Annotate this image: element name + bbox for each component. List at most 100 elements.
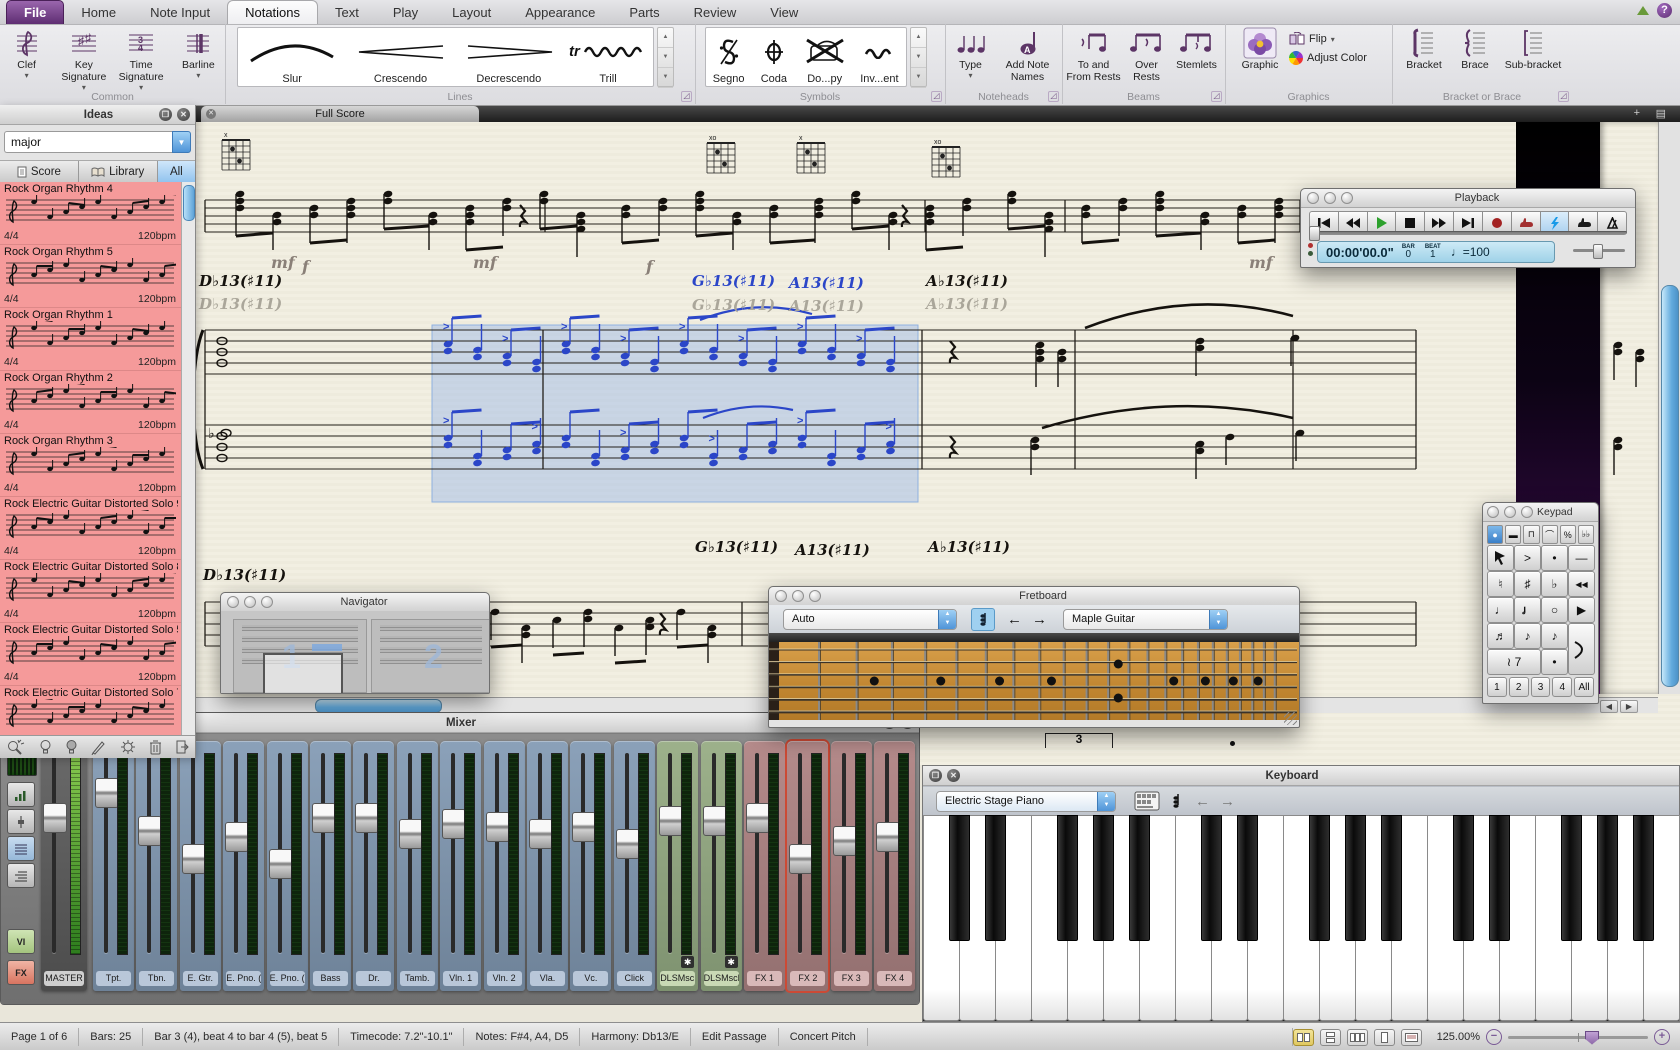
ribbon-tab-parts[interactable]: Parts [612,1,676,24]
keypad-key-natural[interactable]: ♮ [1487,571,1514,597]
ideas-search-input[interactable] [4,131,172,153]
ribbon-tab-layout[interactable]: Layout [435,1,508,24]
ribbon-tab-note-input[interactable]: Note Input [133,1,227,24]
piano-black-key[interactable] [985,815,1006,941]
mixer-strip-e-pno-b-[interactable]: E. Pno. (b) [267,741,308,991]
symbol-do-not-photocopy[interactable]: Do...py [797,28,853,86]
dynamic-mark[interactable]: mf [1249,253,1273,272]
fader-knob[interactable] [876,822,900,852]
piano-black-key[interactable] [1633,815,1654,941]
clef-button[interactable]: Clef▾ [0,26,53,88]
keyboard-instrument-select[interactable]: Electric Stage Piano▲▼ [936,791,1116,812]
chord-symbol[interactable]: A♭13(♯11) [928,538,1010,556]
keypad-key-all[interactable]: All [1574,677,1594,697]
channel-label[interactable]: E. Gtr. [183,971,218,986]
previous-arrow-icon[interactable]: ← [1007,611,1022,628]
symbol-segno[interactable]: Segno [706,28,751,86]
minimize-ribbon-icon[interactable] [1637,6,1649,15]
keypad-key-4[interactable]: 4 [1552,677,1572,697]
fader-knob[interactable] [182,844,206,874]
fader-knob[interactable] [312,803,336,833]
navigator-body[interactable]: 1 2 [221,611,489,693]
channel-label[interactable]: Tamb. [400,971,435,986]
channel-label[interactable]: Vln. 1 [443,971,478,986]
idea-item[interactable]: Rock Organ Rhythm 24/4120bpm [0,371,182,434]
navigator-title-bar[interactable]: Navigator [221,593,489,612]
keypad-key-3[interactable]: 3 [1531,677,1551,697]
fader-knob[interactable] [529,819,553,849]
piano-black-key[interactable] [1201,815,1222,941]
minimize-icon[interactable] [1324,192,1336,204]
channel-label[interactable]: DLSMscD [660,971,695,986]
keyboard-detach-icon[interactable]: ❐ [929,769,942,782]
fader-knob[interactable] [442,809,466,839]
mixer-strip-fx-2[interactable]: FX 2 [787,741,828,991]
keypad-title-bar[interactable]: Keypad [1483,503,1598,522]
zoom-out-icon[interactable]: − [1486,1029,1502,1045]
idea-info-icon[interactable] [120,739,136,755]
tempo-slider[interactable] [1573,249,1625,252]
idea-item[interactable]: Rock Organ Rhythm 44/4120bpm [0,182,182,245]
chord-symbol[interactable]: A13(♯11) [789,274,864,292]
fader-knob[interactable] [43,803,67,833]
zoom-in-icon[interactable]: + [1654,1029,1670,1045]
navigator-view-rect[interactable] [263,653,343,693]
chord-symbol[interactable]: D♭13(♯11) [199,272,282,290]
mixer-strip-tpt-[interactable]: Tpt. [93,741,134,991]
fader-knob[interactable] [616,829,640,859]
keypad-key-accent[interactable]: > [1514,545,1541,571]
piano-black-key[interactable] [1381,815,1402,941]
bulb-filled-icon[interactable] [65,739,78,755]
ideas-tab-all[interactable]: All [158,161,195,183]
piano-black-key[interactable] [1345,815,1366,941]
scroll-right-icon[interactable]: ▶ [1620,700,1638,713]
mixer-strip-vln-2[interactable]: Vln. 2 [484,741,525,991]
chord-mode-icon[interactable] [1172,793,1181,809]
beams-over-rests-button[interactable]: Over Rests [1126,26,1168,88]
scroll-left-icon[interactable]: ◀ [1600,700,1618,713]
zoom-icon[interactable] [809,590,821,602]
channel-settings-icon[interactable]: ✱ [725,956,738,968]
time-signature-button[interactable]: 34 Time Signature▾ [115,26,168,88]
view-pages-vertical-icon[interactable] [1320,1029,1341,1046]
dynamic-mark[interactable]: f [302,257,309,276]
dynamic-mark[interactable]: f [646,257,653,276]
help-icon[interactable]: ? [1657,3,1672,18]
mixer-strip-fx-3[interactable]: FX 3 [831,741,872,991]
keypad-key-whole-note[interactable]: ○ [1541,597,1568,623]
piano-black-key[interactable] [1309,815,1330,941]
mixer-strip-fx-4[interactable]: FX 4 [874,741,915,991]
keypad-key-half-note[interactable]: ♩ [1514,597,1541,623]
fretboard-instrument-select[interactable]: Maple Guitar▲▼ [1063,609,1228,630]
keypad-tab-jazz[interactable]: % [1560,525,1576,544]
next-arrow-icon[interactable]: → [1032,611,1047,628]
brace-button[interactable]: Brace [1454,26,1496,88]
bulb-outline-icon[interactable] [39,739,52,755]
channel-label[interactable]: Click [617,971,652,986]
keypad-key-eighth-note-2[interactable]: ♪ [1541,623,1568,649]
fader-knob[interactable] [225,822,249,852]
keypad-key-flat[interactable]: ♭ [1541,571,1568,597]
fader-knob[interactable] [659,806,683,836]
close-icon[interactable] [1307,192,1319,204]
fader-knob[interactable] [138,816,162,846]
idea-item[interactable]: Rock Organ Rhythm 14/4120bpm [0,308,182,371]
piano-black-key[interactable] [1453,815,1474,941]
chord-symbol[interactable]: D♭13(♯11) [203,566,286,584]
chord-symbol[interactable]: D♭13(♯11) [199,295,282,313]
chord-symbol[interactable]: A♭13(♯11) [926,295,1008,313]
line-decrescendo[interactable]: Decrescendo [455,28,563,86]
flip-button[interactable]: Flip▾ [1289,32,1367,46]
ribbon-tab-appearance[interactable]: Appearance [508,1,612,24]
piano-black-key[interactable] [1489,815,1510,941]
fretboard-title-bar[interactable]: Fretboard [769,587,1299,606]
channel-label[interactable]: Vc. [573,971,608,986]
close-tab-icon[interactable]: ✕ [206,109,216,119]
mixer-view-meters-button[interactable] [7,782,35,807]
zoom-slider[interactable] [1508,1036,1648,1039]
ideas-tab-library[interactable]: Library [79,161,158,183]
fretboard-view-select[interactable]: Auto▲▼ [783,609,957,630]
channel-label[interactable]: Vla. [530,971,565,986]
keypad-key-play[interactable]: ▶ [1568,597,1595,623]
piano-black-key[interactable] [1057,815,1078,941]
